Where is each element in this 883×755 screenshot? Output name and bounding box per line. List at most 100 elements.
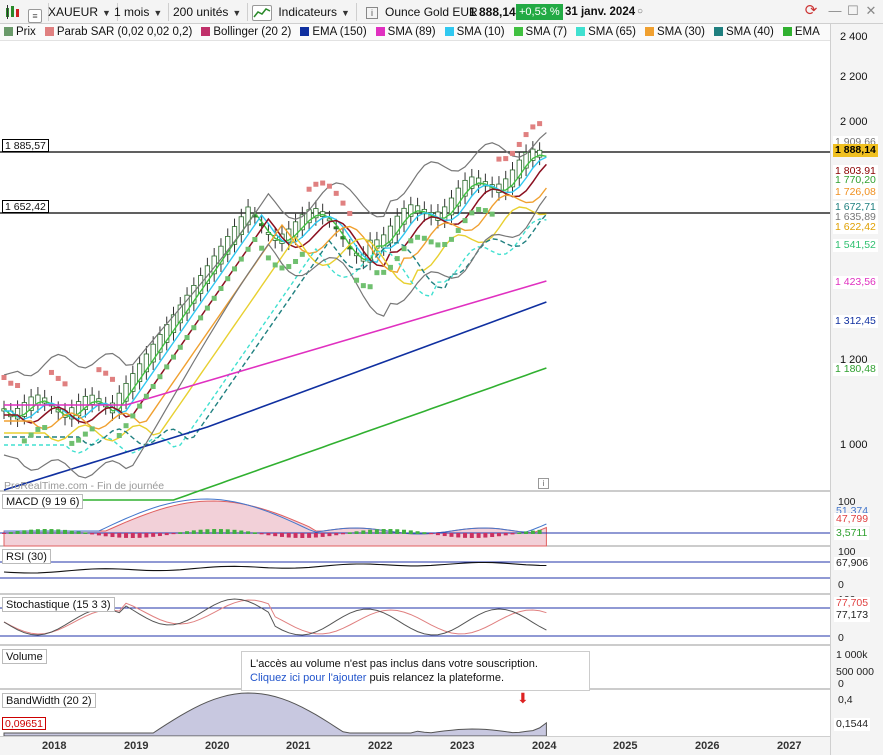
macd-histogram-bar: [449, 533, 454, 537]
parab-sar-point: [103, 370, 109, 376]
rsi-value: 67,906: [834, 557, 871, 570]
macd-histogram-bar: [537, 529, 542, 534]
macd-histogram-bar: [293, 533, 298, 538]
rsi-axis-bottom: 0: [838, 579, 844, 591]
parab-sar-point: [245, 246, 251, 252]
date-label: 31 janv. 2024: [565, 6, 636, 18]
legend-item[interactable]: EMA: [779, 24, 820, 40]
legend-swatch: [4, 27, 13, 36]
legend-item[interactable]: Prix: [0, 24, 36, 40]
parab-sar-point: [415, 234, 421, 240]
macd-histogram-bar: [300, 533, 305, 538]
macd-histogram-bar: [517, 532, 522, 534]
parab-sar-point: [177, 344, 183, 350]
macd-histogram-bar: [327, 533, 332, 537]
parab-sar-point: [482, 208, 488, 214]
macd-histogram-bar: [137, 533, 142, 538]
legend-label: SMA (65): [588, 26, 637, 38]
macd-histogram-bar: [246, 531, 251, 534]
chart-area[interactable]: [0, 41, 883, 736]
hline-label-upper[interactable]: 1 885,57: [2, 139, 49, 152]
legend-item[interactable]: EMA (150): [296, 24, 367, 40]
macd-histogram-bar: [334, 533, 339, 536]
units-select[interactable]: 200 unités ▼: [173, 3, 249, 21]
info-icon[interactable]: i: [366, 3, 378, 21]
parab-sar-point: [96, 367, 102, 373]
macd-histogram-bar: [22, 530, 27, 534]
parab-sar-point: [55, 375, 61, 381]
parab-sar-point: [150, 384, 156, 389]
parab-sar-point: [306, 186, 312, 192]
legend-item[interactable]: SMA (10): [441, 24, 505, 40]
chart-type-icon[interactable]: [4, 3, 24, 21]
macd-histogram-bar: [117, 533, 122, 538]
year-tick: 2018: [42, 740, 67, 752]
legend-item[interactable]: SMA (65): [572, 24, 637, 40]
legend-label: SMA (89): [387, 26, 436, 38]
parab-sar-point: [354, 277, 360, 283]
macd-histogram-bar: [347, 532, 352, 534]
indicators-button[interactable]: Indicateurs ▼: [252, 3, 357, 21]
info-icon[interactable]: i: [538, 478, 549, 489]
macd-histogram-bar: [212, 529, 217, 534]
macd-histogram-bar: [415, 531, 420, 534]
add-subscription-link[interactable]: Cliquez ici pour l'ajouter: [250, 672, 366, 684]
parab-sar-point: [109, 376, 115, 382]
minimize-icon[interactable]: —: [826, 2, 844, 20]
symbol-icon[interactable]: ≡: [28, 3, 49, 23]
period-select[interactable]: 1 mois ▼: [114, 3, 170, 21]
macd-histogram-bar: [63, 529, 68, 534]
bandwidth-value: 0,1544: [834, 718, 871, 731]
legend-label: Prix: [16, 26, 36, 38]
parab-sar-point: [523, 132, 529, 138]
parab-sar-point: [510, 150, 515, 156]
legend-item[interactable]: Bollinger (20 2): [197, 24, 291, 40]
legend-item[interactable]: SMA (7): [510, 24, 567, 40]
legend-swatch: [782, 27, 792, 36]
macd-histogram-bar: [151, 533, 156, 537]
macd-title[interactable]: MACD (9 19 6): [2, 494, 84, 509]
parab-sar-point: [448, 236, 454, 242]
chevron-down-icon: ▼: [341, 8, 350, 18]
parab-sar-point: [191, 325, 197, 331]
volume-title[interactable]: Volume: [2, 649, 47, 664]
macd-histogram-bar: [144, 533, 149, 538]
parab-sar-point: [1, 375, 7, 380]
parab-sar-point: [130, 413, 136, 419]
maximize-icon[interactable]: ☐: [844, 2, 862, 20]
parab-sar-point: [123, 423, 129, 429]
bandwidth-title[interactable]: BandWidth (20 2): [2, 693, 96, 708]
parab-sar-point: [340, 200, 346, 206]
macd-histogram-bar: [530, 530, 535, 534]
close-icon[interactable]: ✕: [862, 2, 880, 20]
legend-swatch: [201, 27, 211, 36]
legend-item[interactable]: SMA (89): [372, 24, 436, 40]
parab-sar-point: [218, 286, 224, 291]
stoch-title[interactable]: Stochastique (15 3 3): [2, 597, 115, 612]
hline-label-lower[interactable]: 1 652,42: [2, 200, 49, 213]
rsi-title[interactable]: RSI (30): [2, 549, 51, 564]
legend-item[interactable]: Parab SAR (0,02 0,02 0,2): [41, 24, 192, 40]
parab-sar-point: [82, 431, 88, 437]
parab-sar-point: [367, 284, 373, 290]
chevron-down-icon: ▼: [153, 8, 163, 18]
period-label: 1 mois: [114, 5, 150, 19]
legend-swatch: [645, 27, 655, 36]
refresh-icon[interactable]: ⟳: [802, 2, 820, 20]
legend-item[interactable]: SMA (40): [710, 24, 774, 40]
year-tick: 2025: [613, 740, 638, 752]
parab-sar-point: [62, 381, 68, 387]
year-tick: 2027: [777, 740, 802, 752]
macd-histogram-bar: [205, 529, 210, 534]
macd-histogram-bar: [388, 529, 393, 534]
macd-histogram-bar: [76, 531, 81, 534]
price-axis-tick: 2 000: [840, 116, 868, 128]
year-tick: 2022: [368, 740, 393, 752]
parab-sar-point: [164, 364, 170, 370]
symbol-select[interactable]: XAUEUR ▼: [48, 3, 118, 21]
legend-item[interactable]: SMA (30): [641, 24, 705, 40]
macd-histogram-bar: [259, 533, 264, 535]
macd-histogram-bar: [164, 533, 169, 536]
macd-histogram-bar: [178, 532, 183, 534]
macd-histogram-bar: [307, 533, 312, 538]
